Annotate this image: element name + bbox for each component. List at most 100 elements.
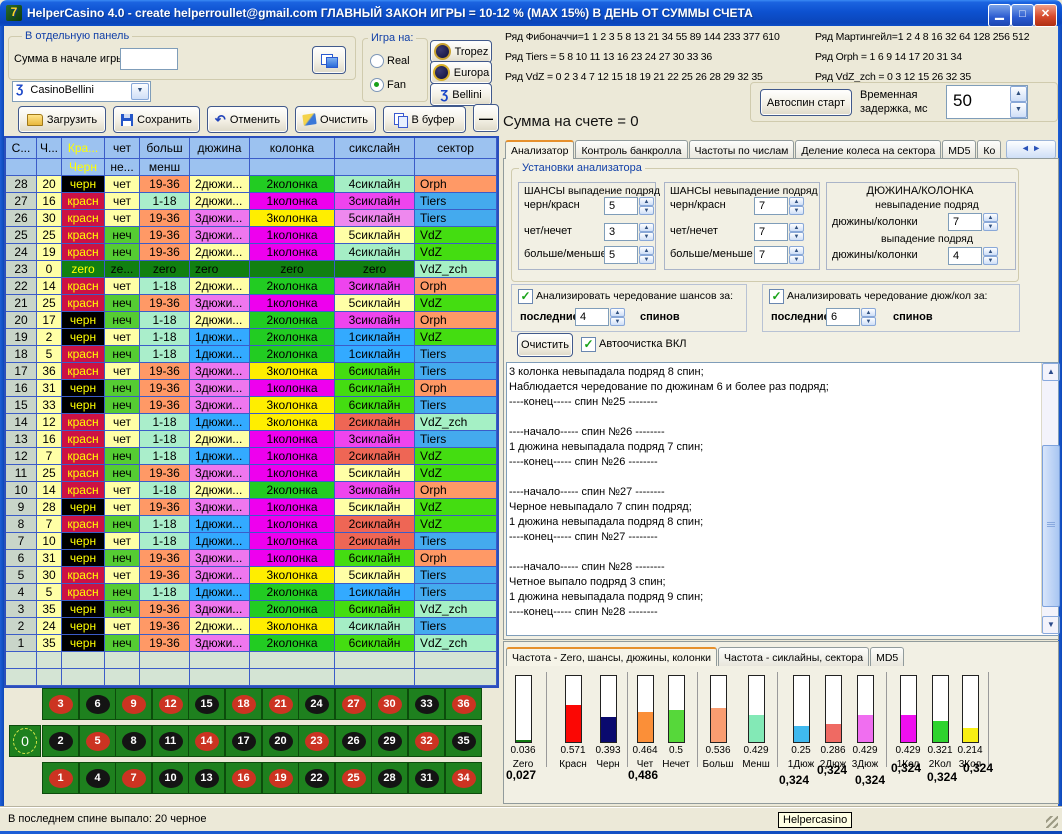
tab-4[interactable]: Деление колеса на сектора (795, 140, 941, 159)
chances-hit-spin-3-up-icon[interactable]: ▲ (639, 246, 654, 255)
board-number-cell[interactable]: 1 (42, 762, 79, 794)
delay-spinner[interactable]: 50 ▲ ▼ (946, 85, 1028, 119)
board-number-cell[interactable]: 12 (152, 688, 189, 720)
alternate-chances-spin-value[interactable]: 4 (575, 308, 609, 326)
chances-miss-spin-3-up-icon[interactable]: ▲ (789, 246, 804, 255)
delay-down-icon[interactable]: ▼ (1010, 102, 1027, 118)
dozen-hit-spin-down-icon[interactable]: ▼ (983, 256, 998, 265)
chances-miss-spin-3-down-icon[interactable]: ▼ (789, 255, 804, 264)
board-number-cell[interactable]: 25 (335, 762, 372, 794)
board-number-cell[interactable]: 4 (79, 762, 116, 794)
chances-miss-spin-1-value[interactable]: 7 (754, 197, 788, 215)
copy-to-buffer-button[interactable]: В буфер (383, 106, 466, 133)
radio-real[interactable] (370, 54, 384, 68)
autoclear-checkbox[interactable]: ✓ (581, 337, 596, 352)
chances-miss-spin-2-down-icon[interactable]: ▼ (789, 232, 804, 241)
bellini-button[interactable]: ƷBellini (430, 83, 492, 106)
chances-miss-spin-1-up-icon[interactable]: ▲ (789, 197, 804, 206)
board-number-cell[interactable]: 24 (298, 688, 335, 720)
board-number-cell[interactable]: 32 (408, 725, 445, 757)
chances-hit-spin-1-value[interactable]: 5 (604, 197, 638, 215)
scroll-up-icon[interactable]: ▲ (1042, 363, 1060, 381)
board-number-cell[interactable]: 2 (42, 725, 79, 757)
board-number-cell[interactable]: 27 (335, 688, 372, 720)
board-number-cell[interactable]: 7 (115, 762, 152, 794)
alternate-chances-spin-up-icon[interactable]: ▲ (610, 308, 625, 317)
tab-1[interactable]: Анализатор (505, 140, 574, 159)
board-number-cell[interactable]: 16 (225, 762, 262, 794)
board-number-cell[interactable]: 20 (262, 725, 299, 757)
board-number-cell[interactable]: 21 (262, 688, 299, 720)
board-number-cell[interactable]: 34 (445, 762, 482, 794)
tab-3[interactable]: Частоты по числам (689, 140, 795, 159)
board-number-cell[interactable]: 36 (445, 688, 482, 720)
board-number-cell[interactable]: 8 (115, 725, 152, 757)
board-number-cell[interactable]: 14 (188, 725, 225, 757)
tab-6[interactable]: Ко (977, 140, 1001, 159)
alternate-dozen-spin-value[interactable]: 6 (826, 308, 860, 326)
board-number-cell[interactable]: 17 (225, 725, 262, 757)
board-number-cell[interactable]: 28 (371, 762, 408, 794)
casino-combobox[interactable]: Ʒ CasinoBellini ▼ (12, 81, 151, 102)
detach-panel-button[interactable] (312, 46, 346, 74)
alternate-dozen-spin-up-icon[interactable]: ▲ (861, 308, 876, 317)
tropez-button[interactable]: Tropez (430, 40, 492, 63)
combo-dropdown-icon[interactable]: ▼ (131, 83, 149, 100)
board-number-cell[interactable]: 35 (445, 725, 482, 757)
tab-scroll-left-icon[interactable]: ◄ (1021, 143, 1030, 153)
freq-tab-1[interactable]: Частота - Zero, шансы, дюжины, колонки (506, 647, 717, 666)
alternate-dozen-spin-down-icon[interactable]: ▼ (861, 317, 876, 326)
board-number-cell[interactable]: 15 (188, 688, 225, 720)
delay-value[interactable]: 50 (947, 86, 1010, 118)
board-number-cell[interactable]: 13 (188, 762, 225, 794)
radio-fan[interactable] (370, 78, 384, 92)
freq-tab-2[interactable]: Частота - сиклайны, сектора (718, 647, 869, 666)
board-number-cell[interactable]: 29 (371, 725, 408, 757)
analyzer-log[interactable]: 3 колонка невыпадала подряд 8 спин; Набл… (506, 362, 1059, 636)
alternate-chances-checkbox[interactable]: ✓ (518, 289, 533, 304)
board-number-cell[interactable]: 23 (298, 725, 335, 757)
chances-hit-spin-2-down-icon[interactable]: ▼ (639, 232, 654, 241)
delay-up-icon[interactable]: ▲ (1010, 86, 1027, 102)
dozen-hit-spin-up-icon[interactable]: ▲ (983, 247, 998, 256)
board-number-cell[interactable]: 6 (79, 688, 116, 720)
dozen-hit-spin-value[interactable]: 4 (948, 247, 982, 265)
alternate-chances-spin-down-icon[interactable]: ▼ (610, 317, 625, 326)
board-number-cell[interactable]: 9 (115, 688, 152, 720)
chances-hit-spin-3-value[interactable]: 5 (604, 246, 638, 264)
tab-2[interactable]: Контроль банкролла (575, 140, 687, 159)
dozen-miss-spin-up-icon[interactable]: ▲ (983, 213, 998, 222)
board-zero-cell[interactable]: 0 (9, 725, 41, 757)
minimize-button[interactable]: ▁ (988, 4, 1011, 27)
close-button[interactable]: ✕ (1034, 4, 1057, 27)
chances-hit-spin-1-down-icon[interactable]: ▼ (639, 206, 654, 215)
log-scrollbar[interactable]: ▲ ▼ (1041, 363, 1058, 633)
board-number-cell[interactable]: 30 (371, 688, 408, 720)
scroll-down-icon[interactable]: ▼ (1042, 616, 1060, 634)
chances-miss-spin-3-value[interactable]: 7 (754, 246, 788, 264)
chances-hit-spin-2-up-icon[interactable]: ▲ (639, 223, 654, 232)
board-number-cell[interactable]: 22 (298, 762, 335, 794)
board-number-cell[interactable]: 10 (152, 762, 189, 794)
autospin-start-button[interactable]: Автоспин старт (760, 89, 852, 116)
board-number-cell[interactable]: 18 (225, 688, 262, 720)
chances-hit-spin-3-down-icon[interactable]: ▼ (639, 255, 654, 264)
board-number-cell[interactable]: 11 (152, 725, 189, 757)
tab-5[interactable]: MD5 (942, 140, 976, 159)
save-button[interactable]: Сохранить (113, 106, 200, 133)
chances-miss-spin-1-down-icon[interactable]: ▼ (789, 206, 804, 215)
alternate-dozen-checkbox[interactable]: ✓ (769, 289, 784, 304)
board-number-cell[interactable]: 3 (42, 688, 79, 720)
maximize-button[interactable]: □ (1011, 4, 1034, 27)
board-number-cell[interactable]: 33 (408, 688, 445, 720)
tab-scroll-right-icon[interactable]: ► (1032, 143, 1041, 153)
undo-button[interactable]: ↶ Отменить (207, 106, 288, 133)
dozen-miss-spin-value[interactable]: 7 (948, 213, 982, 231)
clear-button[interactable]: Очистить (295, 106, 376, 133)
chances-miss-spin-2-value[interactable]: 7 (754, 223, 788, 241)
dozen-miss-spin-down-icon[interactable]: ▼ (983, 222, 998, 231)
analyzer-clear-button[interactable]: Очистить (517, 333, 573, 357)
board-number-cell[interactable]: 31 (408, 762, 445, 794)
europa-button[interactable]: Europa (430, 61, 492, 84)
tab-scroll-arrows[interactable]: ◄ ► (1006, 140, 1056, 159)
